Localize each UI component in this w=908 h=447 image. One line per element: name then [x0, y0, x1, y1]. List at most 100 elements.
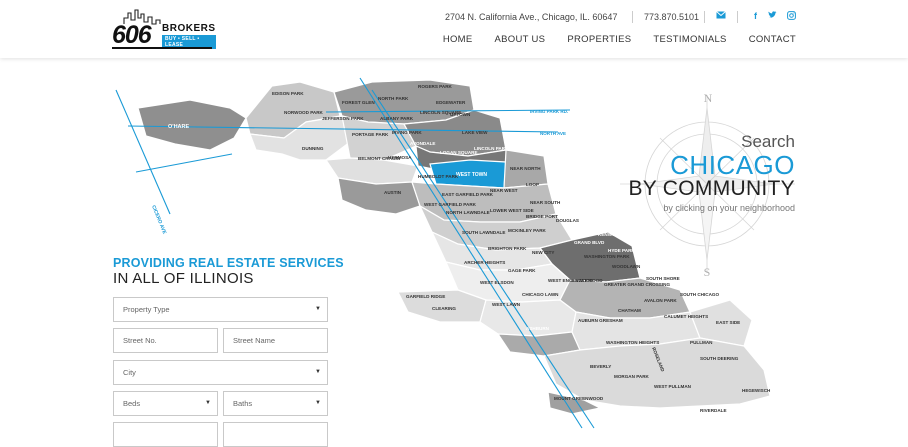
hint-text: by clicking on your neighborhood — [663, 203, 795, 213]
label-brighton-park: BRIGHTON PARK — [488, 246, 527, 251]
label-kenwood: KENWOOD — [598, 232, 623, 237]
label-south-shore: SOUTH SHORE — [646, 276, 680, 281]
label-washington-heights: WASHINGTON HEIGHTS — [606, 340, 659, 345]
facebook-icon[interactable]: f — [754, 11, 757, 21]
label-west-garfield: WEST GARFIELD PARK — [424, 202, 477, 207]
label-ashburn: ASHBURN — [526, 326, 550, 331]
label-forest-glen: FOREST GLEN — [342, 100, 375, 105]
nav-home[interactable]: HOME — [443, 34, 473, 45]
divider — [632, 11, 633, 23]
beds-select[interactable]: Beds ▼ — [113, 391, 218, 416]
services-heading: PROVIDING REAL ESTATE SERVICES — [113, 256, 344, 270]
label-hyde-park: HYDE PARK — [608, 248, 635, 253]
city-label: City — [123, 368, 136, 377]
label-auburn-gresham: AUBURN GRESHAM — [578, 318, 623, 323]
label-south-chicago: SOUTH CHICAGO — [680, 292, 719, 297]
city-select[interactable]: City ▼ — [113, 360, 328, 385]
label-west-town: WEST TOWN — [456, 172, 487, 178]
phone-link[interactable]: 773.870.5101 — [644, 12, 699, 22]
nav-properties[interactable]: PROPERTIES — [567, 34, 631, 45]
compass-north-label: N — [704, 91, 713, 105]
label-east-garfield: EAST GARFIELD PARK — [442, 192, 494, 197]
logo-underline — [112, 47, 212, 49]
label-rogers-park: ROGERS PARK — [418, 84, 453, 89]
label-morgan-park: MORGAN PARK — [614, 374, 650, 379]
label-beverly: BEVERLY — [590, 364, 611, 369]
label-avondale: AVONDALE — [410, 141, 435, 146]
label-clearing: CLEARING — [432, 306, 456, 311]
caret-down-icon: ▼ — [205, 400, 211, 406]
baths-label: Baths — [233, 399, 253, 408]
label-grand-blvd: GRAND BLVD — [574, 240, 605, 245]
label-chicago-lawn: CHICAGO LAWN — [522, 292, 559, 297]
community-word: BY COMMUNITY — [628, 177, 795, 200]
label-austin: AUSTIN — [384, 190, 402, 195]
label-humboldt-park: HUMBOLDT PARK — [418, 174, 459, 179]
label-hermosa: HERMOSA — [388, 155, 412, 160]
community-heading: BY COMMUNITY — [628, 177, 795, 201]
label-hegewisch: HEGEWISCH — [742, 388, 771, 393]
label-portage-park: PORTAGE PARK — [352, 132, 389, 137]
caret-down-icon: ▼ — [315, 369, 321, 375]
label-chatham: CHATHAM — [618, 308, 641, 313]
twitter-icon[interactable] — [768, 11, 777, 21]
label-bridgeport: BRIDGE PORT — [526, 214, 558, 219]
search-word: Search — [741, 132, 795, 151]
label-loop: LOOP — [526, 182, 539, 187]
label-albany-park: ALBANY PARK — [380, 116, 414, 121]
label-east-side: EAST SIDE — [716, 320, 740, 325]
region-austin[interactable] — [337, 177, 421, 215]
label-avalon-park: AVALON PARK — [644, 298, 677, 303]
label-greater-grand: GREATER GRAND CROSSING — [604, 282, 670, 287]
region-ohare[interactable] — [137, 99, 247, 151]
label-douglas: DOUGLAS — [556, 218, 579, 223]
label-west-elsdon: WEST ELSDON — [480, 280, 514, 285]
caret-down-icon: ▼ — [315, 306, 321, 312]
label-calumet-heights: CALUMET HEIGHTS — [664, 314, 708, 319]
label-pullman: PULLMAN — [690, 340, 713, 345]
email-icon[interactable] — [716, 11, 726, 21]
baths-select[interactable]: Baths ▼ — [223, 391, 328, 416]
label-logan-square: LOGAN SQUARE — [440, 150, 478, 155]
street-no-placeholder: Street No. — [123, 336, 157, 345]
label-near-west: NEAR WEST — [490, 188, 518, 193]
street-name-input[interactable]: Street Name — [223, 328, 328, 353]
label-mckinley-park: MCKINLEY PARK — [508, 228, 547, 233]
nav-testimonials[interactable]: TESTIMONIALS — [653, 34, 726, 45]
label-jefferson-park: JEFFERSON PARK — [322, 116, 364, 121]
label-edgewater: EDGEWATER — [436, 100, 466, 105]
label-west-lawn: WEST LAWN — [492, 302, 521, 307]
label-near-north: NEAR NORTH — [510, 166, 541, 171]
beds-label: Beds — [123, 399, 141, 408]
divider — [737, 11, 738, 23]
nav-about-us[interactable]: ABOUT US — [495, 34, 546, 45]
street-name-placeholder: Street Name — [233, 336, 276, 345]
instagram-icon[interactable] — [787, 11, 796, 22]
label-washington-park: WASHINGTON PARK — [584, 254, 630, 259]
logo[interactable]: 606 BROKERS BUY • SELL • LEASE — [112, 8, 216, 50]
label-lincoln-park: LINCOLN PARK — [474, 146, 509, 151]
label-new-city: NEW CITY — [532, 250, 554, 255]
main-nav: HOME ABOUT US PROPERTIES TESTIMONIALS CO… — [443, 34, 796, 45]
label-ohare: O'HARE — [168, 124, 190, 130]
address-text: 2704 N. California Ave., Chicago, IL. 60… — [445, 12, 618, 22]
label-south-lawndale: SOUTH LAWNDALE — [462, 230, 505, 235]
label-englewood: ENGLEWOOD — [572, 278, 603, 283]
street-no-input[interactable]: Street No. — [113, 328, 218, 353]
label-irving-park: IRVING PARK — [392, 130, 422, 135]
label-near-south: NEAR SOUTH — [530, 200, 561, 205]
compass-south-label: S — [704, 265, 711, 279]
logo-number: 606 — [112, 21, 152, 49]
form-row-partial[interactable] — [113, 422, 218, 447]
label-edison-park: EDISON PARK — [272, 91, 304, 96]
label-lake-view: LAKE VIEW — [462, 130, 488, 135]
nav-contact[interactable]: CONTACT — [749, 34, 796, 45]
label-dunning: DUNNING — [302, 146, 324, 151]
divider — [704, 11, 705, 23]
hint-line: by clicking on your neighborhood — [663, 203, 795, 213]
property-type-select[interactable]: Property Type ▼ — [113, 297, 328, 322]
label-norwood-park: NORWOOD PARK — [284, 110, 324, 115]
property-type-label: Property Type — [123, 305, 170, 314]
form-row-partial[interactable] — [223, 422, 328, 447]
caret-down-icon: ▼ — [315, 400, 321, 406]
